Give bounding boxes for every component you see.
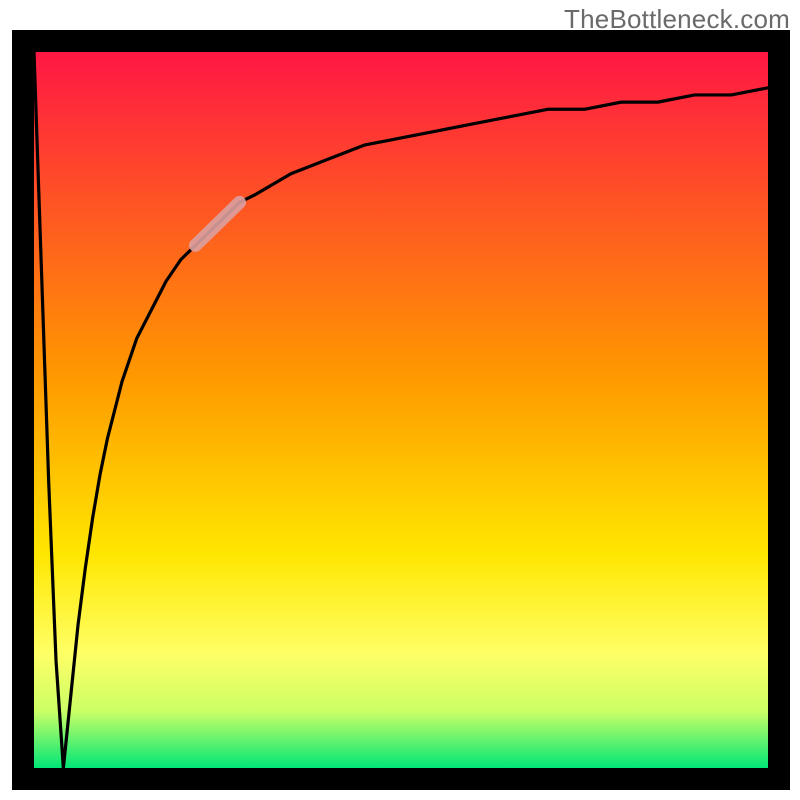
watermark-text: TheBottleneck.com <box>564 4 790 35</box>
chart-container: TheBottleneck.com <box>0 0 800 800</box>
bottleneck-chart <box>0 0 800 800</box>
plot-background <box>34 52 768 768</box>
